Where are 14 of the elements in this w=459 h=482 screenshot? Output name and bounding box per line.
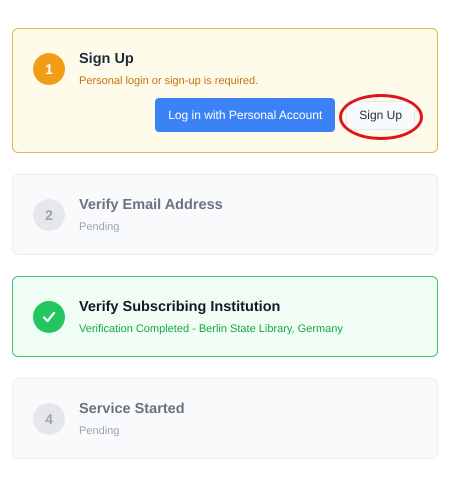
step-number: 1 bbox=[33, 53, 65, 85]
step-status: Verification Completed - Berlin State Library, Germany bbox=[79, 322, 344, 336]
signup-button[interactable]: Sign Up bbox=[346, 100, 415, 130]
step-status: Personal login or sign-up is required. bbox=[79, 74, 260, 88]
step-status: Pending bbox=[79, 424, 120, 438]
login-button[interactable]: Log in with Personal Account bbox=[155, 98, 336, 132]
step-title: Verify Email Address bbox=[79, 196, 224, 215]
step-title: Verify Subscribing Institution bbox=[79, 298, 282, 317]
step-number: 2 bbox=[33, 199, 65, 231]
step-status: Pending bbox=[79, 220, 120, 234]
step-title: Sign Up bbox=[79, 50, 135, 69]
step-title: Service Started bbox=[79, 400, 186, 419]
check-icon bbox=[33, 301, 65, 333]
step-number: 4 bbox=[33, 403, 65, 435]
